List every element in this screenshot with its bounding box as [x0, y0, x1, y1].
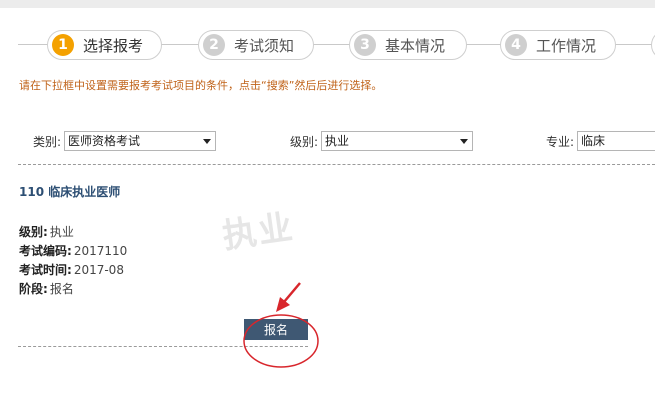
field-value: 2017-08	[73, 263, 124, 277]
divider	[18, 164, 655, 165]
level-label: 级别:	[290, 134, 319, 149]
exam-time-row: 考试时间: 2017-08	[19, 261, 127, 280]
field-key: 级别:	[19, 225, 48, 239]
chevron-down-icon	[203, 139, 212, 144]
field-value: 执业	[49, 225, 74, 239]
step-number-badge: 2	[203, 34, 225, 56]
step-label: 选择报考	[83, 36, 144, 55]
category-value: 医师资格考试	[68, 134, 141, 148]
exam-level-row: 级别: 执业	[19, 223, 127, 242]
field-key: 阶段:	[19, 282, 48, 296]
instruction-text: 请在下拉框中设置需要报考考试项目的条件，点击“搜索”然后后进行选择。	[19, 79, 383, 92]
step-3[interactable]: 3 基本情况	[349, 30, 467, 60]
top-strip	[0, 0, 655, 8]
step-number-badge: 3	[354, 34, 376, 56]
field-value: 报名	[49, 282, 74, 296]
step-label: 工作情况	[536, 36, 597, 55]
step-progress-bar: 1 选择报考 2 考试须知 3 基本情况 4 工作情况	[0, 26, 655, 64]
step-2[interactable]: 2 考试须知	[198, 30, 314, 60]
field-key: 考试编码:	[19, 244, 72, 258]
step-number-badge: 4	[505, 34, 527, 56]
major-label: 专业:	[546, 134, 575, 149]
step-label: 基本情况	[385, 36, 446, 55]
step-5-partial[interactable]	[651, 30, 655, 60]
arrow-shaft	[283, 282, 301, 303]
field-key: 考试时间:	[19, 263, 72, 277]
exam-details: 级别: 执业 考试编码: 2017110 考试时间: 2017-08 阶段: 报名	[19, 223, 127, 299]
divider	[18, 346, 308, 347]
category-filter: 类别: 医师资格考试	[33, 131, 217, 151]
step-1[interactable]: 1 选择报考	[47, 30, 162, 60]
category-select[interactable]: 医师资格考试	[64, 131, 217, 151]
exam-stage-row: 阶段: 报名	[19, 280, 127, 299]
step-number-badge: 1	[52, 34, 74, 56]
exam-title: 110 临床执业医师	[19, 185, 121, 199]
exam-code-row: 考试编码: 2017110	[19, 242, 127, 261]
level-filter: 级别: 执业	[290, 131, 474, 151]
category-label: 类别:	[33, 134, 62, 149]
chevron-down-icon	[460, 139, 469, 144]
level-value: 执业	[325, 134, 350, 148]
step-label: 考试须知	[234, 36, 295, 55]
step-4[interactable]: 4 工作情况	[500, 30, 616, 60]
signup-button[interactable]: 报名	[244, 319, 308, 340]
major-select[interactable]: 临床	[577, 131, 655, 151]
field-value: 2017110	[73, 244, 128, 258]
major-filter: 专业: 临床	[546, 131, 655, 151]
level-select[interactable]: 执业	[321, 131, 474, 151]
watermark: 执业	[220, 207, 297, 257]
major-value: 临床	[581, 134, 606, 148]
arrow-head-icon	[276, 297, 290, 312]
